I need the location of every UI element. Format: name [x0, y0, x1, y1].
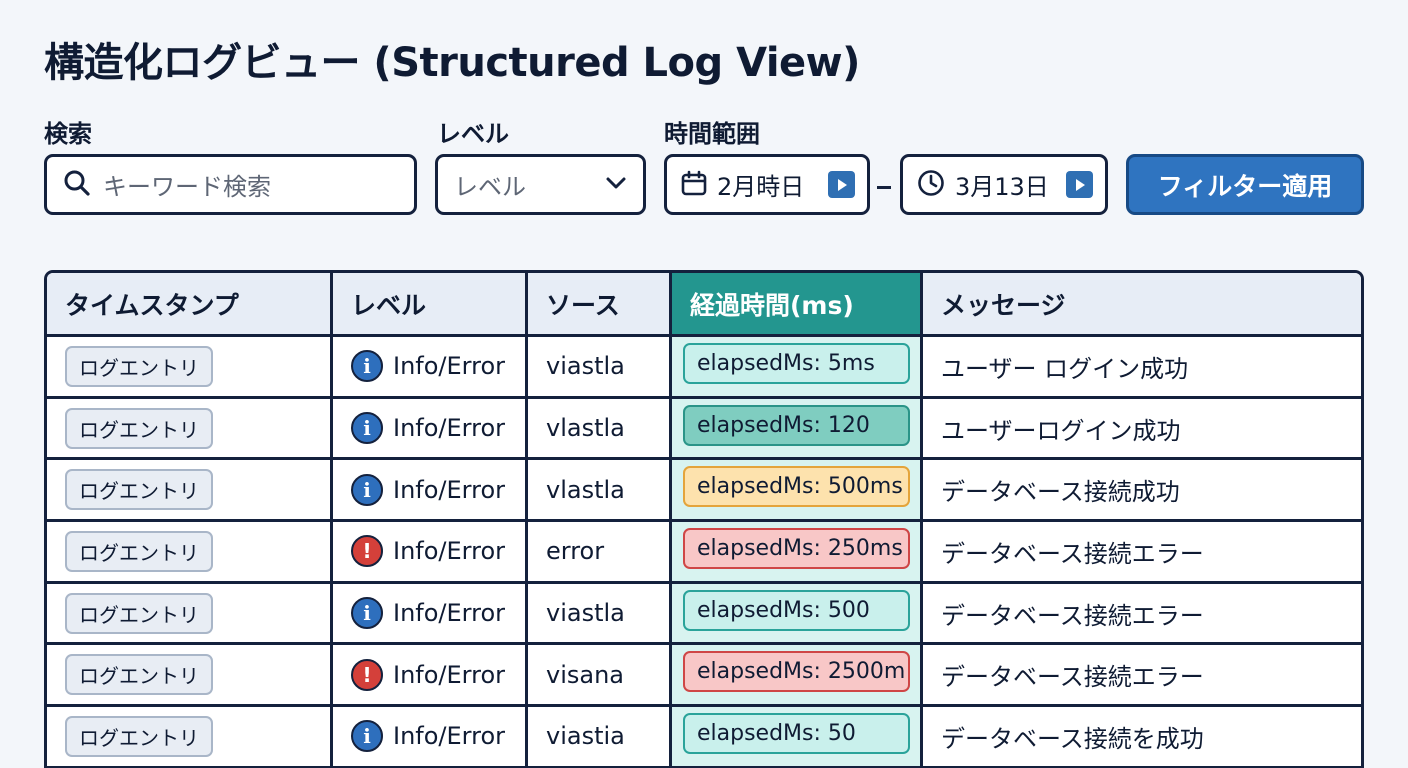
level-select[interactable]: レベル	[435, 154, 646, 215]
source-cell: viastia	[528, 707, 672, 768]
table-header-row: タイムスタンプ レベル ソース 経過時間(ms) メッセージ	[47, 273, 1361, 337]
elapsed-cell: elapsedMs: 50	[672, 707, 923, 768]
source-cell: vlastla	[528, 398, 672, 461]
elapsed-badge: elapsedMs: 2500m	[683, 651, 910, 693]
clock-icon	[917, 169, 945, 201]
source-cell: viastla	[528, 583, 672, 646]
header-source[interactable]: ソース	[528, 273, 672, 337]
timestamp-cell: ログエントリ	[47, 460, 333, 523]
level-cell: i Info/Error	[333, 460, 528, 523]
error-icon: !	[351, 658, 383, 691]
search-label: 検索	[44, 120, 92, 148]
level-text: Info/Error	[393, 660, 506, 689]
source-cell: visana	[528, 645, 672, 708]
date-from-value: 2月時日	[717, 173, 805, 201]
level-text: Info/Error	[393, 722, 506, 751]
level-text: Info/Error	[393, 352, 506, 381]
header-message[interactable]: メッセージ	[923, 273, 1361, 337]
level-text: Info/Error	[393, 414, 506, 443]
elapsed-cell: elapsedMs: 120	[672, 398, 923, 461]
calendar-icon	[681, 170, 707, 200]
table-row[interactable]: ログエントリ i Info/Error vlastla elapsedMs: 120 ユー…	[47, 398, 1361, 461]
table-row[interactable]: ログエントリ! Info/Error error elapsedMs: 250ms デー…	[47, 522, 1361, 584]
timestamp-cell: ログエントリ	[47, 645, 333, 708]
elapsed-cell: elapsedMs: 250ms	[672, 522, 923, 584]
apply-filter-button[interactable]: フィルター適用	[1126, 154, 1364, 215]
level-select-value: レベル	[454, 173, 526, 201]
elapsed-cell: elapsedMs: 5ms	[672, 337, 923, 399]
timestamp-cell: ログエントリ	[47, 583, 333, 646]
elapsed-badge: elapsedMs: 120	[683, 404, 910, 446]
level-cell: ! Info/Error	[333, 645, 528, 708]
timestamp-cell: ログエントリ	[47, 522, 333, 584]
elapsed-cell: elapsedMs: 500	[672, 583, 923, 646]
date-separator	[877, 186, 891, 189]
log-entry-tag: ログエントリ	[65, 715, 213, 757]
message-cell: ユーザーログイン成功	[923, 399, 1361, 461]
log-entry-tag: ログエントリ	[65, 530, 213, 572]
date-to-value: 3月13日	[955, 173, 1049, 201]
table-row[interactable]: ログエントリ i Info/Error viastla elapsedMs: 5ms ユー…	[47, 337, 1361, 399]
info-icon: i	[351, 597, 383, 630]
table-row[interactable]: ログエントリ i Info/Error viastla elapsedMs: 500 デー…	[47, 583, 1361, 646]
elapsed-badge: elapsedMs: 250ms	[683, 527, 910, 569]
date-to-play-icon[interactable]	[1066, 171, 1093, 198]
elapsed-cell: elapsedMs: 500ms	[672, 460, 923, 523]
level-label: レベル	[437, 120, 509, 148]
elapsed-badge: elapsedMs: 50	[683, 712, 910, 754]
info-icon: i	[351, 350, 383, 383]
header-level[interactable]: レベル	[333, 273, 528, 337]
source-cell: error	[528, 522, 672, 584]
level-cell: ! Info/Error	[333, 522, 528, 584]
message-cell: データベース接続エラー	[923, 584, 1361, 646]
elapsed-badge: elapsedMs: 5ms	[683, 342, 910, 384]
log-entry-tag: ログエントリ	[65, 407, 213, 449]
message-cell: データベース接続を成功	[923, 707, 1361, 768]
info-icon: i	[351, 720, 383, 753]
info-icon: i	[351, 473, 383, 506]
message-cell: データベース接続エラー	[923, 645, 1361, 708]
date-from-play-icon[interactable]	[828, 171, 855, 198]
log-entry-tag: ログエントリ	[65, 654, 213, 696]
header-elapsed[interactable]: 経過時間(ms)	[672, 273, 923, 337]
timestamp-cell: ログエントリ	[47, 337, 333, 399]
level-cell: i Info/Error	[333, 398, 528, 461]
timestamp-cell: ログエントリ	[47, 398, 333, 461]
message-cell: データベース接続成功	[923, 460, 1361, 523]
chevron-down-icon	[605, 175, 627, 194]
log-table: タイムスタンプ レベル ソース 経過時間(ms) メッセージ ログエントリ i In…	[44, 270, 1364, 768]
log-entry-tag: ログエントリ	[65, 345, 213, 387]
info-icon: i	[351, 412, 383, 445]
search-icon	[63, 169, 91, 201]
log-entry-tag: ログエントリ	[65, 469, 213, 511]
level-cell: i Info/Error	[333, 583, 528, 646]
date-from-picker[interactable]: 2月時日	[664, 154, 870, 215]
table-row[interactable]: ログエントリ i Info/Error viastia elapsedMs: 50 データ…	[47, 707, 1361, 768]
header-timestamp[interactable]: タイムスタンプ	[47, 273, 333, 337]
level-cell: i Info/Error	[333, 707, 528, 768]
error-icon: !	[351, 535, 383, 568]
source-cell: viastla	[528, 337, 672, 399]
level-text: Info/Error	[393, 599, 506, 628]
table-row[interactable]: ログエントリ! Info/Error visana elapsedMs: 2500m デ…	[47, 645, 1361, 708]
level-cell: i Info/Error	[333, 337, 528, 399]
search-input[interactable]: キーワード検索	[44, 154, 417, 215]
page-title: 構造化ログビュー (Structured Log View)	[44, 40, 860, 86]
timestamp-cell: ログエントリ	[47, 707, 333, 768]
source-cell: vlastla	[528, 460, 672, 523]
search-placeholder: キーワード検索	[103, 173, 271, 201]
time-range-label: 時間範囲	[664, 120, 760, 148]
elapsed-badge: elapsedMs: 500	[683, 589, 910, 631]
level-text: Info/Error	[393, 475, 506, 504]
level-text: Info/Error	[393, 537, 506, 566]
elapsed-cell: elapsedMs: 2500m	[672, 645, 923, 708]
table-row[interactable]: ログエントリ i Info/Error vlastla elapsedMs: 500ms…	[47, 460, 1361, 523]
elapsed-badge: elapsedMs: 500ms	[683, 466, 910, 508]
date-to-picker[interactable]: 3月13日	[900, 154, 1108, 215]
message-cell: データベース接続エラー	[923, 522, 1361, 584]
message-cell: ユーザー ログイン成功	[923, 337, 1361, 399]
log-entry-tag: ログエントリ	[65, 592, 213, 634]
